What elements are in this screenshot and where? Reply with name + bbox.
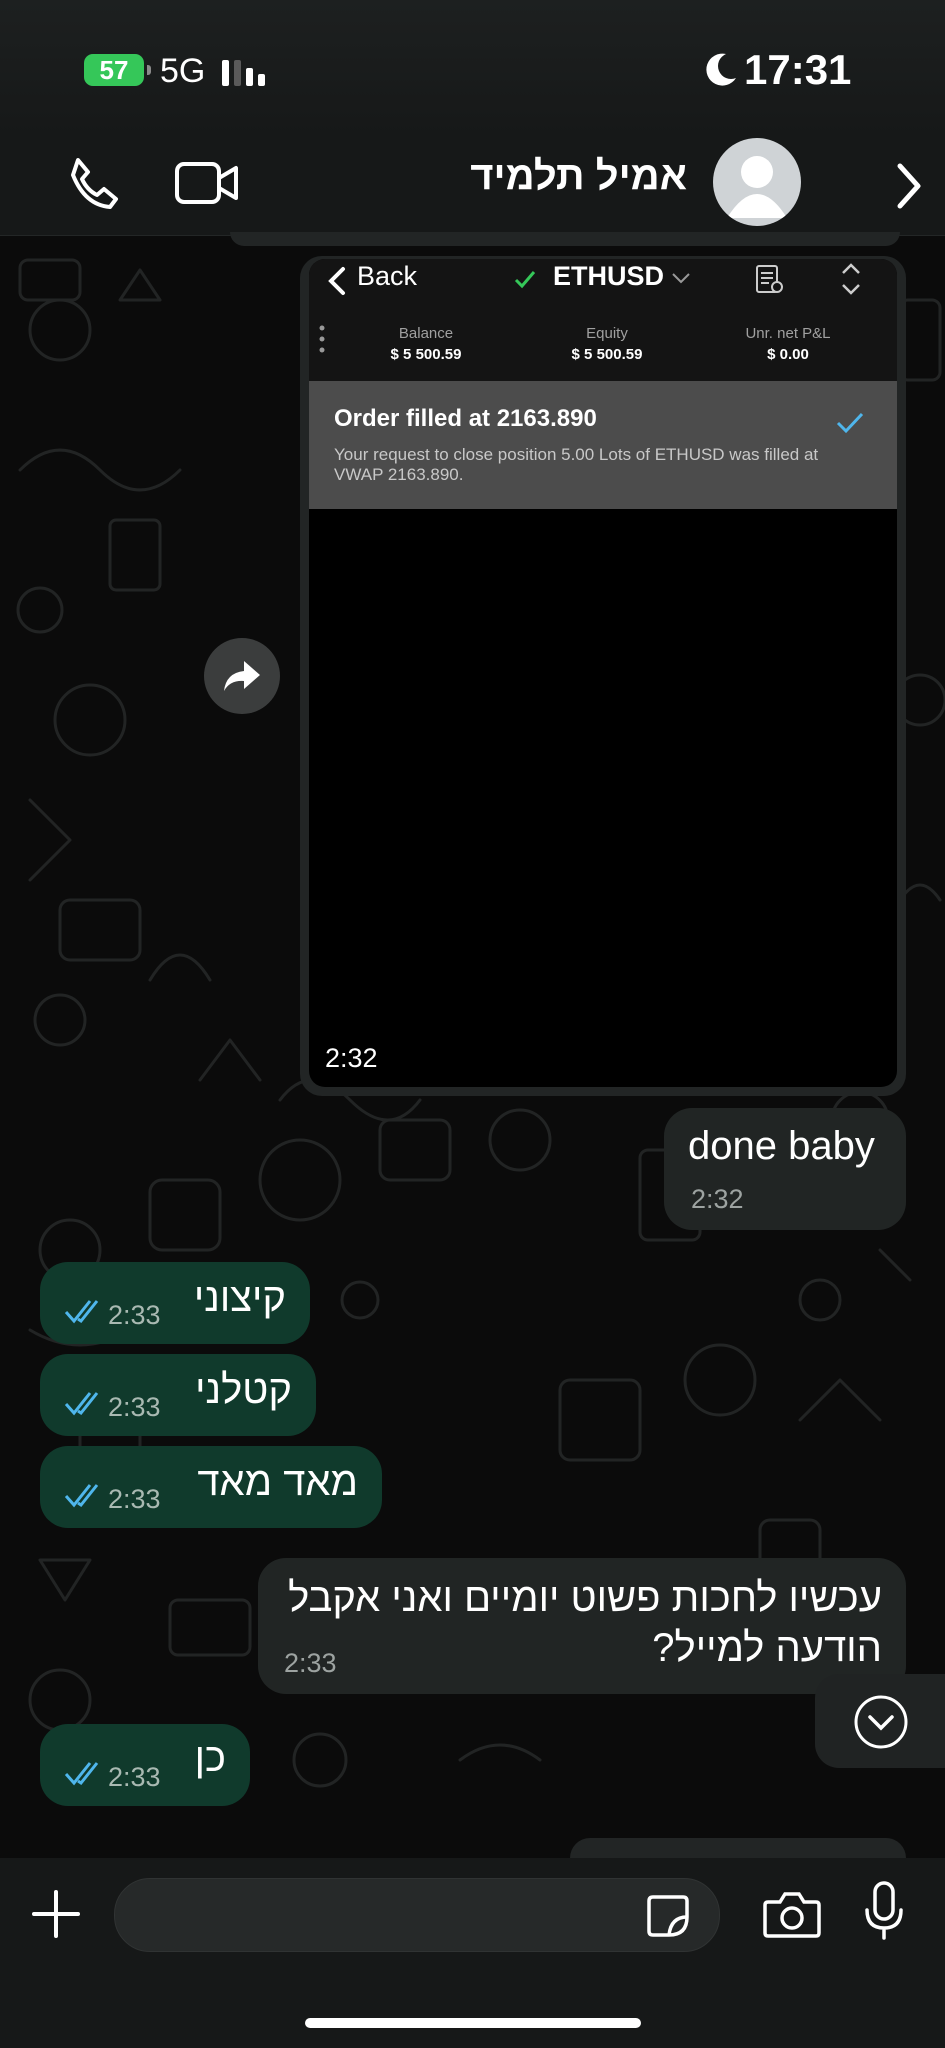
metric-label: Equity	[586, 325, 628, 342]
message-text: קיצוני	[193, 1276, 286, 1320]
read-receipt-icon	[64, 1392, 99, 1416]
status-bar: 57 5G 17:31	[0, 0, 945, 140]
metric-equity: Equity $ 5 500.59	[517, 325, 697, 363]
message-text: כן	[194, 1736, 226, 1780]
expand-icon	[842, 263, 860, 295]
read-receipt-icon	[64, 1484, 99, 1508]
message-text-line1: עכשיו לחכות פשוט יומיים ואני אקבל	[288, 1576, 882, 1620]
message-bubble-incoming[interactable]: עכשיו לחכות פשוט יומיים ואני אקבל הודעה …	[258, 1558, 906, 1694]
read-receipt-icon	[64, 1300, 99, 1324]
plus-icon[interactable]	[30, 1888, 82, 1940]
message-time: 2:33	[108, 1392, 161, 1422]
message-text-line2: הודעה למייל?	[652, 1626, 882, 1670]
scroll-to-bottom-button[interactable]	[815, 1674, 945, 1768]
chevron-down-circle-icon	[854, 1695, 908, 1749]
microphone-icon[interactable]	[862, 1880, 906, 1944]
phone-call-icon[interactable]	[64, 154, 120, 210]
metric-value: $ 5 500.59	[390, 346, 462, 363]
chevron-down-icon	[672, 273, 690, 284]
status-time: 17:31	[744, 46, 852, 93]
message-input-bar	[0, 1858, 945, 2048]
battery-level: 57	[99, 54, 129, 85]
screenshot-toolbar: Back ETHUSD Balance $ 5 500.59 Equity $ …	[309, 259, 897, 381]
message-input[interactable]	[114, 1878, 720, 1952]
message-time: 2:33	[284, 1648, 337, 1678]
battery-indicator: 57	[84, 54, 151, 86]
camera-icon[interactable]	[762, 1888, 822, 1940]
metric-label: Balance	[398, 325, 454, 342]
message-text: done baby	[688, 1124, 875, 1168]
order-title: Order filled at 2163.890	[334, 405, 597, 432]
message-time: 2:33	[108, 1484, 161, 1514]
metric-unrealized-pnl: Unr. net P&L $ 0.00	[698, 325, 878, 363]
contact-name[interactable]: אמיל תלמיד	[470, 154, 687, 199]
forward-arrow-icon	[224, 661, 260, 691]
previous-message-edge	[230, 232, 900, 246]
message-bubble-outgoing[interactable]: 2:33 קטלני	[40, 1354, 316, 1436]
do-not-disturb-moon-icon	[706, 53, 736, 86]
message-bubble-outgoing[interactable]: 2:33 קיצוני	[40, 1262, 310, 1344]
image-timestamp: 2:32	[325, 1043, 378, 1073]
signal-icon	[222, 56, 265, 86]
home-indicator[interactable]	[305, 2018, 641, 2028]
message-time: 2:33	[108, 1762, 161, 1792]
screenshot-back-label: Back	[357, 261, 418, 291]
order-list-icon	[756, 265, 783, 293]
message-text: קטלני	[195, 1368, 292, 1412]
message-bubble-incoming[interactable]: done baby 2:32	[664, 1108, 906, 1230]
message-bubble-outgoing[interactable]: 2:33 כן	[40, 1724, 250, 1806]
screenshot-symbol: ETHUSD	[553, 261, 665, 291]
message-text: מאד מאד	[197, 1460, 358, 1504]
contact-avatar[interactable]	[713, 138, 801, 226]
video-call-icon[interactable]	[174, 158, 240, 208]
metric-balance: Balance $ 5 500.59	[336, 325, 516, 363]
order-description: Your request to close position 5.00 Lots…	[334, 445, 819, 484]
checkmark-icon	[514, 271, 536, 289]
sticker-icon[interactable]	[645, 1893, 691, 1939]
order-filled-card: Order filled at 2163.890 Your request to…	[309, 381, 897, 509]
message-time: 2:33	[108, 1300, 161, 1330]
chevron-right-icon[interactable]	[890, 158, 930, 214]
back-chevron-icon	[328, 267, 345, 295]
trading-screenshot[interactable]: Back ETHUSD Balance $ 5 500.59 Equity $ …	[309, 259, 897, 1087]
network-type: 5G	[160, 52, 206, 90]
metric-value: $ 5 500.59	[571, 346, 643, 363]
message-bubble-outgoing[interactable]: 2:33 מאד מאד	[40, 1446, 382, 1528]
default-avatar-icon	[727, 156, 787, 218]
more-dots-icon	[319, 325, 325, 353]
metric-value: $ 0.00	[767, 346, 809, 363]
chat-header: אמיל תלמיד	[0, 138, 945, 236]
metric-label: Unr. net P&L	[745, 325, 831, 342]
message-time: 2:32	[691, 1184, 744, 1214]
read-receipt-icon	[64, 1762, 99, 1786]
order-check-icon	[836, 412, 864, 434]
forward-button[interactable]	[204, 638, 280, 714]
